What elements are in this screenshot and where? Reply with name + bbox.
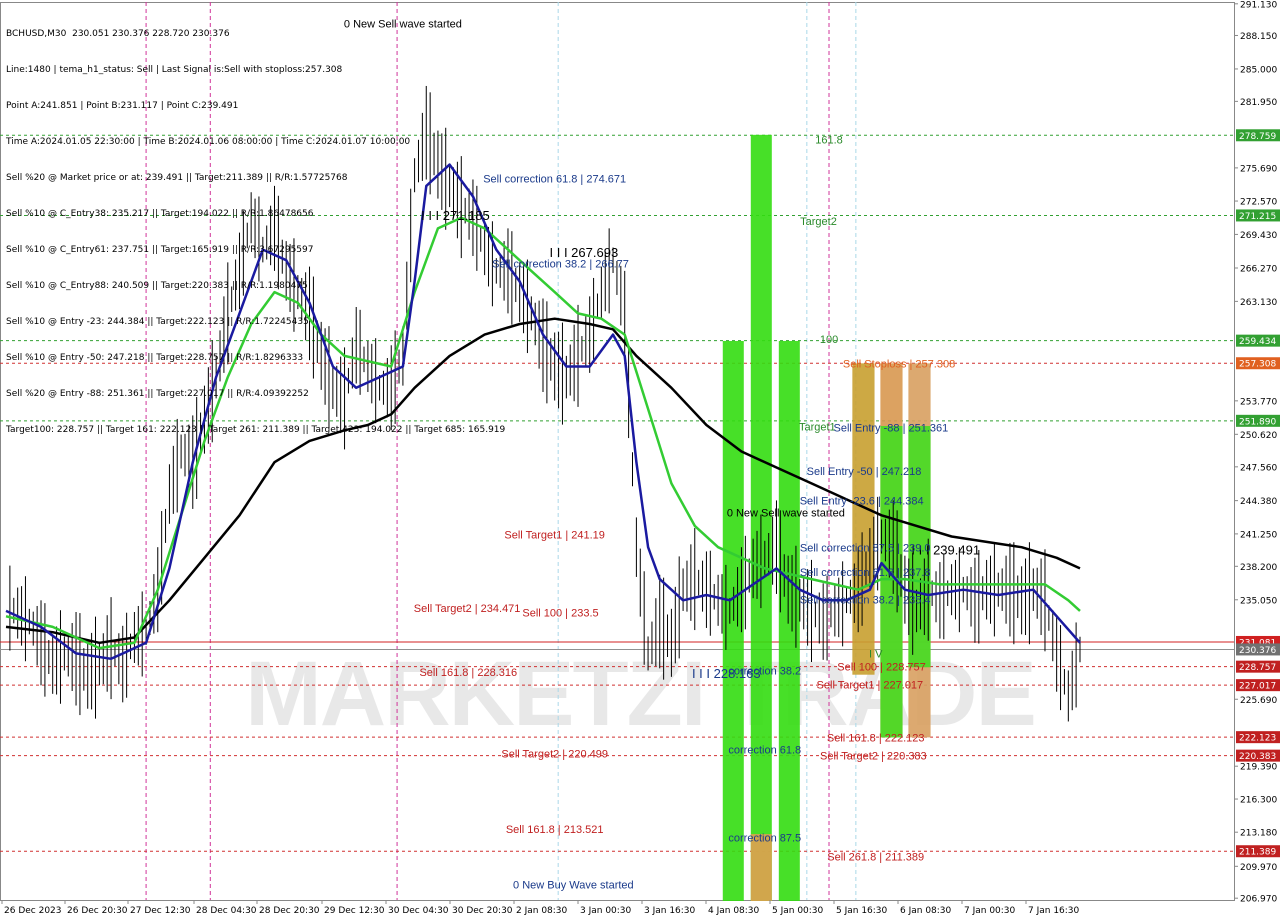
price-tick-label: 263.130	[1240, 298, 1277, 308]
chart-annotation: Sell Stoploss | 257.308	[843, 359, 955, 371]
chart-annotation: Sell correction 87.5 | 239.0	[800, 542, 931, 554]
time-tick-label: 28 Dec 04:30	[196, 906, 257, 916]
price-tag-label: 211.389	[1239, 848, 1276, 858]
price-tag-label: 259.434	[1239, 337, 1276, 347]
zone-band	[852, 363, 875, 675]
chart-annotation: correction 61.8	[728, 744, 801, 756]
price-tick-label: 216.300	[1240, 796, 1277, 806]
time-tick-label: 7 Jan 16:30	[1028, 906, 1080, 916]
chart-annotation: correction 38.2	[728, 666, 801, 678]
time-tick-label: 7 Jan 00:30	[964, 906, 1016, 916]
time-tick-label: 28 Dec 20:30	[259, 906, 320, 916]
chart-annotation: Sell Entry -50 | 247.218	[807, 466, 922, 478]
price-tick-label: 238.200	[1240, 563, 1277, 573]
info-line: Sell %10 @ Entry -50: 247.218 || Target:…	[6, 353, 304, 363]
time-tick-label: 29 Dec 12:30	[324, 906, 385, 916]
price-tick-label: 275.690	[1240, 164, 1277, 174]
info-line: Sell %10 @ C_Entry38: 235.217 || Target:…	[6, 209, 314, 219]
chart-window: MARKETZI TRADE 0 New Sell wave started Sel…	[0, 0, 1280, 920]
price-tick-label: 241.250	[1240, 530, 1277, 540]
time-tick-label: 4 Jan 08:30	[708, 906, 760, 916]
chart-annotation: Target1	[799, 421, 836, 433]
chart-annotation: 161.8	[815, 134, 843, 146]
chart-annotation: Sell Target2 | 220.499	[501, 749, 608, 761]
chart-annotation: Sell 161.8 | 228.316	[419, 667, 517, 679]
time-tick-label: 26 Dec 2023	[4, 906, 62, 916]
chart-annotation: Sell 261.8 | 211.389	[827, 852, 924, 864]
price-tick-label: 209.970	[1240, 863, 1277, 873]
indicator-info-panel: BCHUSD,M30 230.051 230.376 228.720 230.3…	[6, 4, 505, 460]
chart-annotation: Sell Target2 | 234.471	[414, 603, 521, 615]
chart-annotation: Sell Target2 | 220.383	[820, 751, 927, 763]
price-tick-label: 288.150	[1240, 32, 1277, 42]
info-line: Sell %20 @ Entry -88: 251.361 || Target:…	[6, 389, 309, 399]
symbol-line: BCHUSD,M30 230.051 230.376 228.720 230.3…	[6, 29, 230, 39]
time-tick-label: 6 Jan 08:30	[900, 906, 952, 916]
price-tick-label: 247.560	[1240, 463, 1277, 473]
price-tick-label: 281.950	[1240, 98, 1277, 108]
price-tick-label: 253.770	[1240, 397, 1277, 407]
info-line: Time A:2024.01.05 22:30:00 | Time B:2024…	[6, 137, 411, 147]
time-tick-label: 5 Jan 16:30	[836, 906, 888, 916]
chart-annotation: correction 87.5	[728, 833, 801, 845]
chart-annotation: 0 New Buy Wave started	[513, 879, 634, 891]
chart-annotation: 100	[820, 334, 838, 346]
price-tick-label: 291.130	[1240, 0, 1277, 10]
price-tick-label: 206.970	[1240, 895, 1277, 905]
price-tick-label: 269.430	[1240, 231, 1277, 241]
time-tick-label: 2 Jan 08:30	[516, 906, 568, 916]
chart-annotation: 0 New Sell wave started	[727, 507, 845, 519]
time-tick-label: 3 Jan 16:30	[644, 906, 696, 916]
chart-annotation: Sell 161.8 | 213.521	[506, 824, 604, 836]
info-line: Sell %10 @ C_Entry61: 237.751 || Target:…	[6, 245, 314, 255]
chart-annotation: Sell Target1 | 241.19	[504, 530, 605, 542]
price-tag-label: 251.890	[1239, 417, 1276, 427]
info-line: Point A:241.851 | Point B:231.117 | Poin…	[6, 101, 239, 111]
price-tick-label: 235.050	[1240, 596, 1277, 606]
info-line: Sell %10 @ Entry -23: 244.384 || Target:…	[6, 317, 309, 327]
price-tag-label: 220.383	[1239, 752, 1276, 762]
price-tick-label: 225.690	[1240, 696, 1277, 706]
info-line: Sell %10 @ C_Entry88: 240.509 || Target:…	[6, 281, 308, 291]
chart-annotation: Sell correction 38.2 | 235.4	[800, 595, 931, 607]
price-tick-label: 272.570	[1240, 198, 1277, 208]
price-tick-label: 250.620	[1240, 431, 1277, 441]
time-tick-label: 5 Jan 00:30	[772, 906, 824, 916]
time-tick-label: 30 Dec 04:30	[388, 906, 449, 916]
chart-annotation: Sell correction 61.8 | 237.8	[800, 567, 931, 579]
price-tick-label: 219.390	[1240, 763, 1277, 773]
price-tag-label: 271.215	[1239, 212, 1276, 222]
price-tag-label: 278.759	[1239, 132, 1276, 142]
chart-annotation: Sell 100 | 228.757	[837, 661, 925, 673]
price-tag-label: 228.757	[1239, 663, 1276, 673]
info-line: Line:1480 | tema_h1_status: Sell | Last …	[6, 65, 343, 75]
time-tick-label: 26 Dec 20:30	[67, 906, 128, 916]
chart-annotation: I V	[869, 649, 883, 661]
chart-annotation: Target2	[800, 216, 837, 228]
price-tag-label: 257.308	[1239, 360, 1276, 370]
time-tick-label: 3 Jan 00:30	[580, 906, 632, 916]
price-tick-label: 285.000	[1240, 65, 1277, 75]
time-tick-label: 27 Dec 12:30	[130, 906, 191, 916]
zone-band	[778, 341, 800, 904]
chart-annotation: Sell Target1 | 227.017	[817, 680, 924, 692]
info-line: Target100: 228.757 || Target 161: 222.12…	[6, 425, 506, 435]
price-tick-label: 213.180	[1240, 829, 1277, 839]
price-tag-label: 230.376	[1239, 646, 1276, 656]
price-tag-label: 227.017	[1239, 682, 1276, 692]
price-tag-label: 222.123	[1239, 734, 1276, 744]
chart-annotation: Sell Entry -23.6 | 244.384	[800, 496, 924, 508]
price-tick-label: 244.380	[1240, 497, 1277, 507]
info-line: Sell %20 @ Market price or at: 239.491 |…	[6, 173, 348, 183]
chart-annotation: Sell correction 38.2 | 266.77	[492, 259, 629, 271]
chart-annotation: Sell Entry -88 | 251.361	[833, 422, 948, 434]
time-tick-label: 30 Dec 20:30	[452, 906, 513, 916]
chart-annotation: Sell 161.8 | 222.123	[827, 733, 925, 745]
chart-annotation: Sell 100 | 233.5	[522, 607, 598, 619]
price-tick-label: 266.270	[1240, 264, 1277, 274]
